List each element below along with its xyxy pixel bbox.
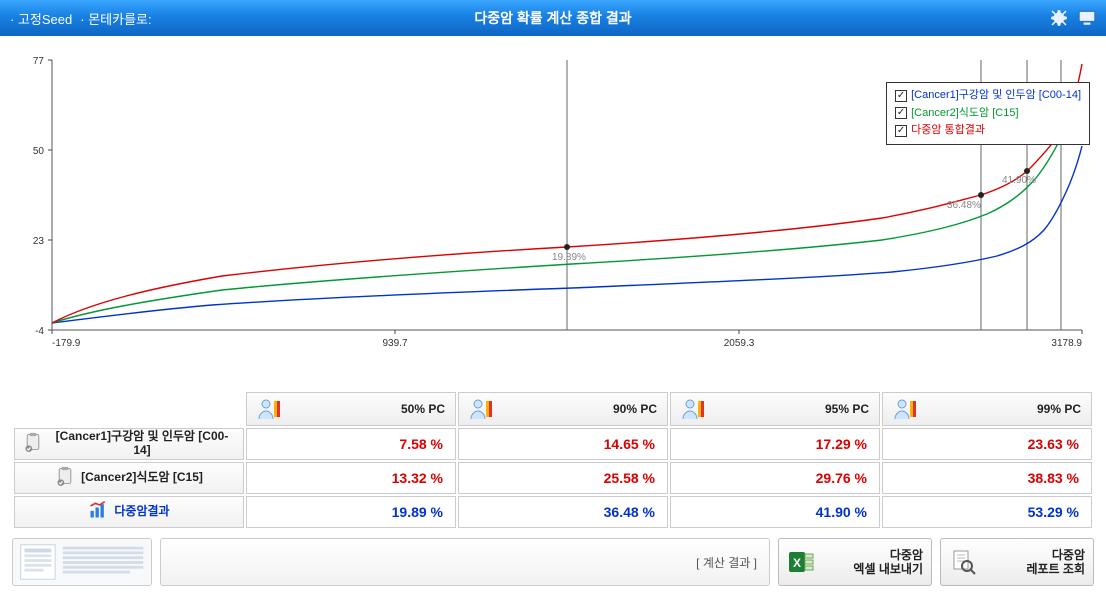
col-head-50: 50% PC [246, 392, 456, 426]
person-icon [893, 397, 917, 421]
bar-chart-icon [88, 500, 108, 524]
svg-text:23: 23 [33, 236, 45, 247]
cell-r3c4: 53.29 % [882, 496, 1092, 528]
chart-area: 77 50 23 -4 -179.9 939.7 2059.3 3178.9 [0, 36, 1106, 388]
cell-r1c2: 14.65 % [458, 428, 668, 460]
cell-r2c1: 13.32 % [246, 462, 456, 494]
cell-r1c3: 17.29 % [670, 428, 880, 460]
settings-icon[interactable] [1050, 9, 1068, 27]
excel-export-button[interactable]: X 다중암 엑셀 내보내기 [778, 538, 932, 586]
cell-r3c2: 36.48 % [458, 496, 668, 528]
svg-text:-179.9: -179.9 [52, 338, 81, 349]
monitor-icon[interactable] [1078, 9, 1096, 27]
cell-r1c4: 23.63 % [882, 428, 1092, 460]
legend-check-2[interactable]: ✓ [895, 107, 907, 119]
status-hint: [ 계산 결과 ] [696, 554, 757, 571]
page-title: 다중암 확률 계산 종합 결과 [0, 8, 1106, 28]
clipboard-icon [55, 466, 75, 490]
row-head-cancer2: [Cancer2]식도암 [C15] [14, 462, 244, 494]
title-bar: 고정Seed 몬테카를로: 다중암 확률 계산 종합 결과 [0, 0, 1106, 36]
svg-text:19.89%: 19.89% [552, 252, 586, 263]
row-head-combined: 다중암결과 [14, 496, 244, 528]
clipboard-icon [23, 432, 43, 456]
report-thumbnail[interactable] [12, 538, 152, 586]
report-search-icon [949, 548, 977, 576]
legend-label-1: [Cancer1]구강암 및 인두암 [C00-14] [911, 87, 1081, 105]
result-table: 50% PC 90% PC 95% PC [12, 390, 1094, 530]
header-mc-label: 몬테카를로: [80, 9, 151, 28]
col-head-99: 99% PC [882, 392, 1092, 426]
svg-text:2059.3: 2059.3 [724, 338, 755, 349]
svg-text:36.48%: 36.48% [947, 200, 981, 211]
legend-label-2: [Cancer2]식도암 [C15] [911, 105, 1018, 123]
excel-icon: X [787, 548, 815, 576]
col-head-90: 90% PC [458, 392, 668, 426]
person-icon [257, 397, 281, 421]
svg-text:50: 50 [33, 146, 45, 157]
col-head-95: 95% PC [670, 392, 880, 426]
legend-check-3[interactable]: ✓ [895, 125, 907, 137]
svg-text:-4: -4 [35, 326, 44, 337]
table-row: [Cancer2]식도암 [C15] 13.32 % 25.58 % 29.76… [14, 462, 1092, 494]
cell-r1c1: 7.58 % [246, 428, 456, 460]
legend-check-1[interactable]: ✓ [895, 90, 907, 102]
cell-r3c3: 41.90 % [670, 496, 880, 528]
svg-text:939.7: 939.7 [382, 338, 407, 349]
cell-r2c2: 25.58 % [458, 462, 668, 494]
row-head-cancer1: [Cancer1]구강암 및 인두암 [C00-14] [14, 428, 244, 460]
cell-r2c3: 29.76 % [670, 462, 880, 494]
status-bar: [ 계산 결과 ] [160, 538, 770, 586]
svg-text:77: 77 [33, 56, 45, 67]
legend: ✓ [Cancer1]구강암 및 인두암 [C00-14] ✓ [Cancer2… [886, 82, 1090, 145]
table-row: [Cancer1]구강암 및 인두암 [C00-14] 7.58 % 14.65… [14, 428, 1092, 460]
person-icon [469, 397, 493, 421]
cell-r2c4: 38.83 % [882, 462, 1092, 494]
header-seed-label: 고정Seed [10, 9, 72, 28]
report-view-button[interactable]: 다중암 레포트 조회 [940, 538, 1094, 586]
legend-label-3: 다중암 통합결과 [911, 122, 985, 140]
table-row: 다중암결과 19.89 % 36.48 % 41.90 % 53.29 % [14, 496, 1092, 528]
svg-text:41.90%: 41.90% [1002, 175, 1036, 186]
cell-r3c1: 19.89 % [246, 496, 456, 528]
svg-text:3178.9: 3178.9 [1051, 338, 1082, 349]
svg-text:X: X [793, 556, 801, 570]
person-icon [681, 397, 705, 421]
